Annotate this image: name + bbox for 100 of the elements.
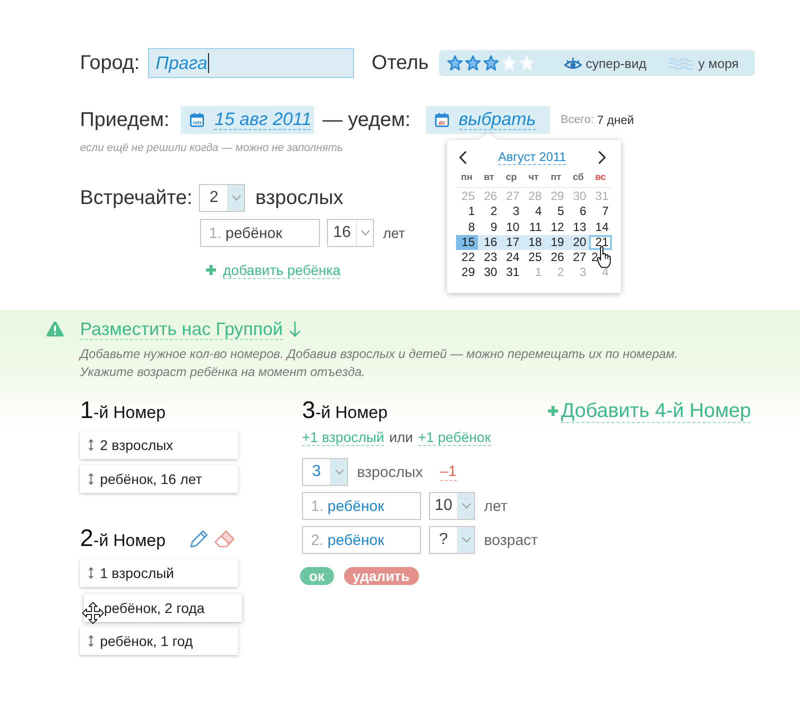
- calendar-day[interactable]: 21: [589, 234, 612, 250]
- chevron-left-icon[interactable]: [458, 150, 467, 164]
- age-label: лет: [484, 498, 508, 514]
- guests-label: Встречайте:: [80, 186, 192, 210]
- eye-icon: [564, 56, 582, 70]
- calendar-day[interactable]: 3: [500, 204, 522, 220]
- drag-handle-icon: [88, 635, 94, 647]
- age-select[interactable]: ?: [429, 526, 475, 554]
- age-select[interactable]: 10: [429, 492, 475, 520]
- calendar-day[interactable]: 25: [522, 250, 545, 266]
- weekday-label: пн: [460, 172, 474, 184]
- calendar-day[interactable]: 14: [589, 220, 612, 235]
- guest-card[interactable]: ребёнок, 2 года: [84, 594, 242, 622]
- description-text: Укажите возраст ребёнка на момент отъезда.: [80, 364, 366, 381]
- calendar-day[interactable]: 13: [567, 220, 590, 235]
- text-cursor-icon: [208, 53, 210, 73]
- calendar-day[interactable]: 2: [478, 204, 500, 220]
- weekday-label: вс: [594, 172, 607, 184]
- star-icon: [500, 55, 517, 71]
- eraser-icon[interactable]: [214, 530, 235, 548]
- room-title: 2-й Номер: [80, 527, 166, 551]
- month-link[interactable]: Август 2011: [498, 150, 566, 164]
- calendar-day[interactable]: 29: [456, 265, 478, 281]
- waves-icon: [668, 56, 694, 70]
- calendar-day[interactable]: 24: [500, 250, 522, 266]
- city-label: Город:: [80, 52, 140, 74]
- filter-button[interactable]: супер-вид: [564, 56, 646, 70]
- star-icon: [518, 55, 535, 71]
- chevron-right-icon[interactable]: [598, 150, 606, 164]
- adults-select[interactable]: 3: [302, 458, 348, 486]
- calendar-day[interactable]: 5: [544, 204, 568, 220]
- calendar-day[interactable]: 17: [500, 234, 522, 250]
- calendar-day[interactable]: 7: [589, 204, 612, 220]
- adults-label: взрослых: [255, 186, 344, 210]
- chevron-down-icon: [232, 195, 241, 201]
- guest-card[interactable]: ребёнок, 16 лет: [80, 465, 238, 493]
- star-icon: [482, 55, 499, 71]
- weekday-label: пт: [550, 172, 562, 184]
- guest-card[interactable]: 1 взрослый: [80, 559, 238, 587]
- weekday-label: сб: [572, 172, 585, 184]
- hand-cursor-icon: [597, 246, 612, 268]
- calendar-day[interactable]: 18: [522, 234, 545, 250]
- total-value: 7 дней: [596, 113, 634, 127]
- drag-handle-icon: [88, 439, 94, 451]
- child-name-field[interactable]: 2. ребёнок: [302, 526, 421, 554]
- calendar-day[interactable]: 19: [544, 234, 568, 250]
- calendar-day[interactable]: 22: [456, 250, 478, 266]
- arrow-down-icon: [288, 321, 301, 337]
- chevron-down-icon: [334, 469, 344, 475]
- calendar-day[interactable]: 11: [522, 220, 545, 235]
- star-rating[interactable]: [446, 55, 535, 71]
- hotel-label: Отель: [372, 52, 429, 74]
- chevron-down-icon: [462, 537, 470, 543]
- chevron-down-icon: [462, 503, 470, 509]
- warning-icon: [46, 321, 64, 337]
- arrival-label: Приедем:: [80, 108, 170, 132]
- calendar-day[interactable]: 16: [478, 234, 500, 250]
- drag-handle-icon: [88, 473, 94, 485]
- weekday-label: ср: [504, 172, 518, 184]
- calendar-day[interactable]: 8: [456, 220, 478, 235]
- weekday-label: чт: [528, 172, 540, 184]
- calendar-day[interactable]: 15: [456, 234, 478, 250]
- conjunction-text: или: [389, 429, 413, 445]
- total-label: Всего:: [560, 114, 594, 126]
- calendar-day[interactable]: 9: [478, 220, 500, 235]
- calendar-day[interactable]: 4: [522, 204, 545, 220]
- weekday-label: вт: [482, 172, 496, 184]
- child-name-field[interactable]: 1. ребёнок: [200, 219, 320, 247]
- move-cursor-icon: [82, 602, 104, 624]
- star-icon: [464, 55, 481, 71]
- drag-handle-icon: [88, 567, 94, 579]
- filter-button[interactable]: у моря: [668, 56, 739, 70]
- age-select[interactable]: 16: [327, 219, 374, 247]
- calendar-day[interactable]: 6: [567, 204, 590, 220]
- calendar-day[interactable]: 30: [478, 265, 500, 281]
- hint-text: если ещё не решили когда — можно не заполнять: [80, 141, 343, 155]
- child-name-field[interactable]: 1. ребёнок: [302, 492, 421, 520]
- calendar-day[interactable]: 31: [500, 265, 522, 281]
- calendar-day[interactable]: 26: [544, 250, 568, 266]
- description-text: Добавьте нужное кол-во номеров. Добавив взрослых и детей — можно перемещать их по номерам.: [80, 346, 678, 363]
- age-label: лет: [383, 225, 405, 241]
- calendar-day[interactable]: 12: [544, 220, 568, 235]
- calendar-day[interactable]: 2: [589, 250, 612, 266]
- room-title: 1-й Номер: [80, 399, 166, 423]
- plus-icon: [206, 265, 216, 275]
- departure-label: — уедем:: [322, 108, 411, 132]
- calendar-day[interactable]: 23: [478, 250, 500, 266]
- calendar-day[interactable]: 10: [500, 220, 522, 235]
- room-title: 3-й Номер: [302, 399, 389, 423]
- star-icon: [446, 55, 463, 71]
- calendar-day[interactable]: 1: [456, 204, 478, 220]
- calendar-day[interactable]: 20: [567, 234, 590, 250]
- guest-card[interactable]: ребёнок, 1 год: [80, 627, 238, 655]
- adults-select[interactable]: 2: [199, 184, 246, 212]
- pencil-icon[interactable]: [190, 530, 208, 548]
- guest-card[interactable]: 2 взрослых: [80, 431, 238, 459]
- adults-label: взрослых: [357, 464, 423, 480]
- age-label: возраст: [484, 532, 538, 548]
- plus-icon: [548, 406, 558, 416]
- calendar-day[interactable]: 27: [567, 250, 590, 266]
